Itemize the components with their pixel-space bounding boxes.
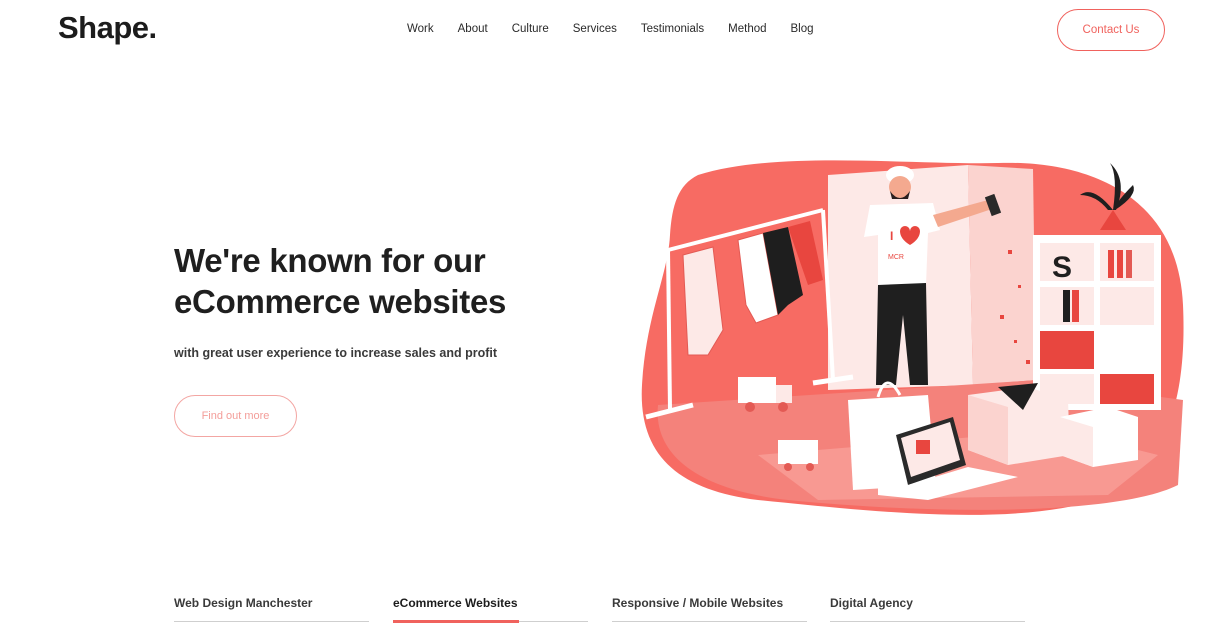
tab-label: Digital Agency [830, 596, 913, 610]
shelf-unit: S [1033, 235, 1161, 410]
site-logo[interactable]: Shape. [58, 10, 157, 46]
tab-ecommerce-websites[interactable]: eCommerce Websites [393, 596, 588, 623]
tab-digital-agency[interactable]: Digital Agency [830, 596, 1025, 622]
shirt-text-mcr: MCR [888, 254, 904, 261]
tab-label: Responsive / Mobile Websites [612, 596, 784, 610]
tab-responsive-mobile-websites[interactable]: Responsive / Mobile Websites [612, 596, 807, 622]
hero-subtitle: with great user experience to increase s… [174, 346, 498, 360]
shirt-text-i: I [890, 229, 893, 243]
tab-web-design-manchester[interactable]: Web Design Manchester [174, 596, 369, 622]
nav-item-testimonials[interactable]: Testimonials [641, 23, 704, 35]
nav-item-services[interactable]: Services [573, 23, 617, 35]
nav-item-blog[interactable]: Blog [791, 23, 814, 35]
nav-item-about[interactable]: About [458, 23, 488, 35]
nav-item-culture[interactable]: Culture [512, 23, 549, 35]
nav-item-work[interactable]: Work [407, 23, 434, 35]
nav-item-method[interactable]: Method [728, 23, 766, 35]
active-tab-indicator [393, 620, 519, 623]
hero-title: We're known for our eCommerce websites [174, 240, 506, 322]
tab-label: Web Design Manchester [174, 596, 313, 610]
find-out-more-button[interactable]: Find out more [174, 395, 297, 437]
tab-label: eCommerce Websites [393, 596, 518, 610]
hero-title-line-2: eCommerce websites [174, 283, 507, 320]
contact-us-button[interactable]: Contact Us [1057, 9, 1165, 51]
shelf-letter: S [1052, 251, 1072, 284]
main-nav: Work About Culture Services Testimonials… [407, 23, 814, 35]
service-tabs: Web Design Manchester eCommerce Websites… [174, 596, 1026, 626]
hero-title-line-1: We're known for our [174, 242, 486, 279]
shop-owner-illustration: I MCR S [641, 160, 1184, 515]
